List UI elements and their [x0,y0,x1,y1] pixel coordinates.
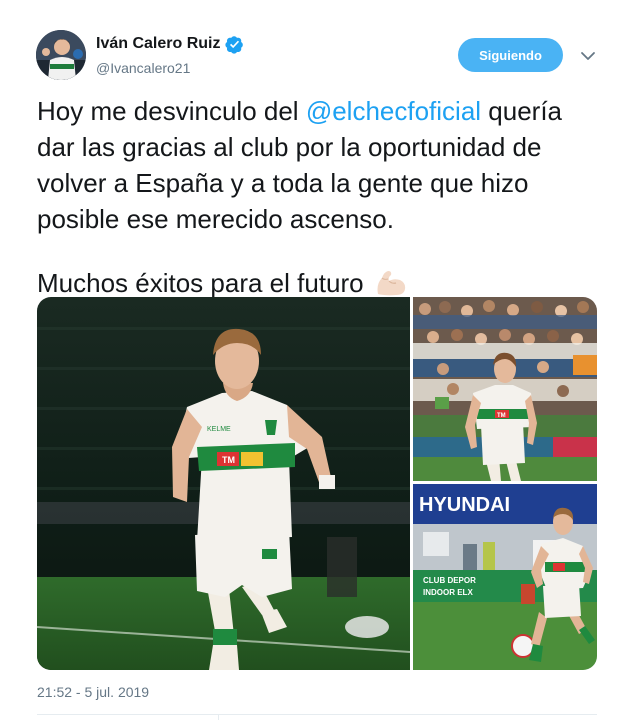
divider [37,714,597,715]
club-sign-line2: INDOOR ELX [423,588,473,597]
tweet-text-line2: Muchos éxitos para el futuro [37,265,602,301]
tweet-text-start: Hoy me desvinculo del [37,96,306,126]
author-name[interactable]: Iván Calero Ruiz [96,35,220,53]
author-block: Iván Calero Ruiz @Ivancalero21 [96,34,244,76]
tweet-timestamp[interactable]: 21:52 - 5 jul. 2019 [37,684,149,700]
media-grid: TM KELME TM HYUNDAI CLUB DEPOR INDOOR EL… [37,297,597,670]
divider-tick [218,714,219,720]
jersey-sponsor-main: TM [222,455,235,465]
photo-bottom-right[interactable]: HYUNDAI CLUB DEPOR INDOOR ELX [413,484,597,670]
author-name-row[interactable]: Iván Calero Ruiz [96,34,244,54]
jersey-sponsor-top: TM [497,413,506,419]
tweet-text-paragraph: Hoy me desvinculo del @elchecfoficial qu… [37,93,602,237]
avatar-image [36,30,86,80]
flexed-biceps-icon [374,268,408,298]
mention-link[interactable]: @elchecfoficial [306,96,481,126]
following-button[interactable]: Siguiendo [458,38,563,72]
avatar[interactable] [36,30,86,80]
player-photo-top: TM [413,297,597,481]
chevron-down-icon[interactable] [578,46,598,66]
jersey-brand-main: KELME [207,426,231,433]
hyundai-ad-text: HYUNDAI [419,494,510,516]
tweet-text: Hoy me desvinculo del @elchecfoficial qu… [37,93,602,301]
photo-main[interactable]: TM KELME [37,297,410,670]
verified-badge-icon [225,35,244,54]
player-photo-main: TM KELME [37,297,410,670]
player-photo-bottom: HYUNDAI CLUB DEPOR INDOOR ELX [413,484,597,670]
author-handle[interactable]: @Ivancalero21 [96,60,244,76]
tweet: Iván Calero Ruiz @Ivancalero21 Siguiendo… [0,0,624,720]
club-sign-line1: CLUB DEPOR [423,576,476,585]
tweet-text-farewell: Muchos éxitos para el futuro [37,268,364,298]
photo-top-right[interactable]: TM [413,297,597,481]
